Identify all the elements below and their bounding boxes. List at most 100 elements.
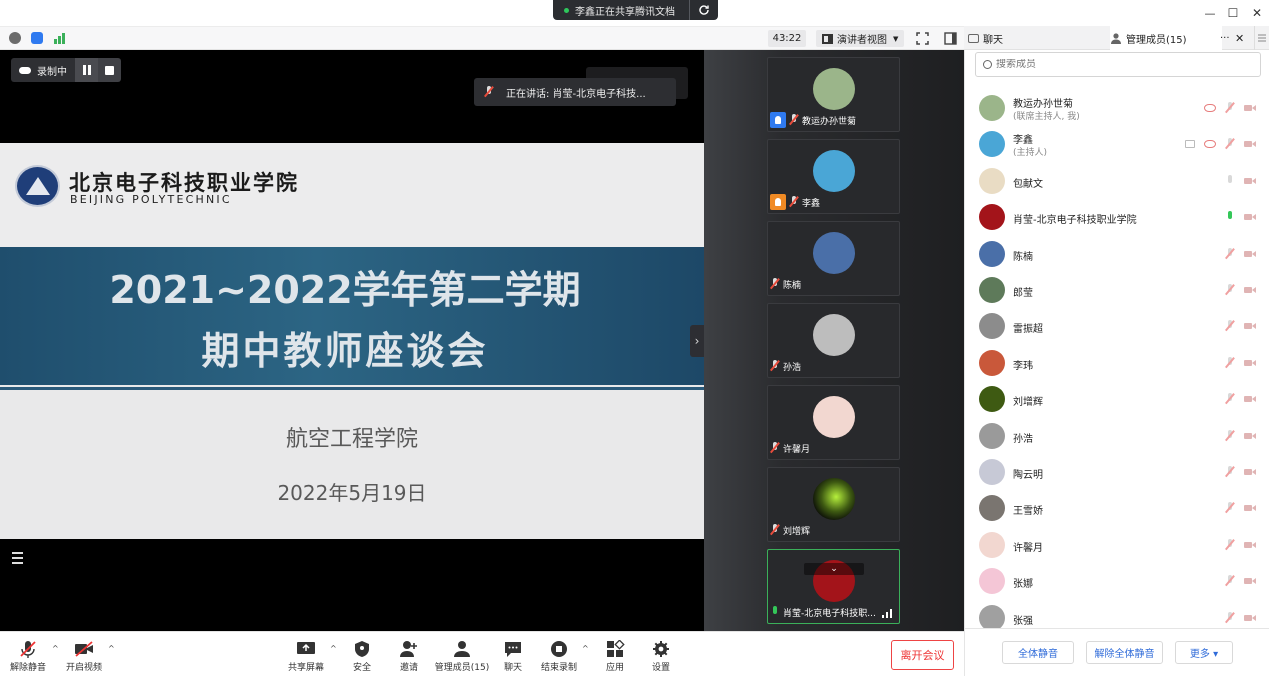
member-search-box[interactable]: [975, 52, 1261, 77]
video-tile[interactable]: 孙浩: [767, 303, 900, 378]
camera-off-icon[interactable]: [1244, 466, 1256, 478]
camera-off-icon[interactable]: [1244, 284, 1256, 296]
video-tile[interactable]: 许馨月: [767, 385, 900, 460]
member-row[interactable]: 陶云明: [965, 454, 1269, 490]
apps-button[interactable]: 应用: [592, 640, 638, 673]
share-notice-pill[interactable]: 李鑫正在共享腾讯文档: [553, 0, 718, 20]
signal-icon[interactable]: [54, 32, 66, 44]
video-tile[interactable]: 李鑫: [767, 139, 900, 214]
leave-meeting-button[interactable]: 离开会议: [891, 640, 954, 670]
camera-off-icon[interactable]: [1244, 612, 1256, 624]
camera-off-icon[interactable]: [1244, 211, 1256, 223]
member-row[interactable]: 李玮: [965, 345, 1269, 381]
start-video-button[interactable]: 开启视频: [61, 640, 107, 673]
layout-toggle-icon[interactable]: [944, 32, 957, 45]
more-options-button[interactable]: ···: [1220, 26, 1230, 50]
mic-muted-icon[interactable]: [1224, 429, 1236, 442]
member-row[interactable]: 教运办孙世菊 (联席主持人, 我): [965, 90, 1269, 126]
more-button[interactable]: 更多 ▾: [1175, 641, 1233, 664]
mic-muted-icon[interactable]: [1224, 174, 1236, 187]
mic-muted-icon[interactable]: [1224, 102, 1236, 114]
mic-muted-icon[interactable]: [1224, 320, 1236, 332]
close-window-button[interactable]: ✕: [1246, 4, 1268, 22]
avatar: [813, 478, 855, 520]
tab-chat[interactable]: 聊天: [968, 26, 1003, 50]
visibility-icon[interactable]: [1204, 140, 1216, 149]
member-search-input[interactable]: [996, 59, 1236, 70]
camera-off-icon[interactable]: [1244, 502, 1256, 514]
view-mode-dropdown[interactable]: 演讲者视图 ▼: [816, 30, 904, 47]
mic-muted-icon[interactable]: [1224, 466, 1236, 478]
video-tile[interactable]: 刘增辉: [767, 467, 900, 542]
share-screen-icon: [297, 642, 315, 654]
security-button[interactable]: 安全: [339, 640, 385, 673]
switch-view-button[interactable]: [689, 0, 718, 20]
mic-muted-icon[interactable]: [1224, 138, 1236, 150]
pause-recording-button[interactable]: [75, 58, 98, 82]
info-icon[interactable]: [9, 32, 21, 44]
member-row[interactable]: 郎莹: [965, 272, 1269, 308]
end-recording-button[interactable]: 结束录制: [536, 640, 582, 673]
member-row[interactable]: 包献文: [965, 163, 1269, 199]
chat-button[interactable]: 聊天: [490, 640, 536, 673]
mic-muted-icon[interactable]: [1224, 502, 1236, 514]
security-shield-icon[interactable]: [31, 32, 43, 44]
unmute-all-button[interactable]: 解除全体静音: [1086, 641, 1163, 664]
unmute-button[interactable]: 解除静音: [5, 640, 51, 673]
video-tile[interactable]: 陈楠: [767, 221, 900, 296]
camera-off-icon[interactable]: [1244, 138, 1256, 150]
share-screen-button[interactable]: 共享屏幕: [283, 640, 329, 673]
mic-muted-icon[interactable]: [1224, 284, 1236, 296]
mic-muted-icon[interactable]: [1224, 247, 1236, 260]
member-row[interactable]: 王雪娇: [965, 490, 1269, 526]
camera-off-icon[interactable]: [1244, 102, 1256, 114]
avatar: [979, 386, 1005, 413]
camera-off-icon[interactable]: [1244, 575, 1256, 587]
mic-muted-icon: [770, 278, 780, 290]
member-name: 肖莹-北京电子科技职业学院: [1013, 215, 1137, 227]
video-tile-active-speaker[interactable]: ⌄ 肖莹-北京电子科技职...: [767, 549, 900, 624]
chevron-up-icon[interactable]: ^: [330, 644, 337, 653]
collapse-strip-button[interactable]: ›: [690, 325, 704, 357]
mic-muted-icon[interactable]: [1224, 538, 1236, 551]
manage-members-button[interactable]: 管理成员(15): [434, 640, 490, 673]
list-icon[interactable]: [9, 552, 23, 566]
video-tile[interactable]: 教运办孙世菊: [767, 57, 900, 132]
stop-recording-button[interactable]: [98, 58, 121, 82]
mic-active-icon[interactable]: [1224, 211, 1236, 223]
maximize-button[interactable]: ☐: [1222, 4, 1244, 22]
visibility-icon[interactable]: [1204, 104, 1216, 112]
settings-button[interactable]: 设置: [638, 640, 684, 673]
settings-label: 设置: [651, 663, 670, 673]
mic-muted-icon[interactable]: [1224, 611, 1236, 624]
mute-all-button[interactable]: 全体静音: [1002, 641, 1074, 664]
member-row[interactable]: 张娜: [965, 563, 1269, 599]
camera-off-icon[interactable]: [1244, 430, 1256, 442]
camera-off-icon[interactable]: [1244, 320, 1256, 332]
member-row[interactable]: 陈楠: [965, 236, 1269, 272]
mic-muted-icon[interactable]: [1224, 575, 1236, 587]
tab-members[interactable]: 管理成员(15): [1110, 26, 1222, 50]
member-row[interactable]: 李鑫 (主持人): [965, 126, 1269, 162]
member-row[interactable]: 许馨月: [965, 527, 1269, 563]
mic-muted-icon[interactable]: [1224, 393, 1236, 405]
member-row[interactable]: 雷振超: [965, 308, 1269, 344]
camera-off-icon[interactable]: [1244, 175, 1256, 187]
camera-off-icon[interactable]: [1244, 357, 1256, 369]
chevron-up-icon[interactable]: ^: [582, 644, 589, 653]
chevron-down-icon[interactable]: ⌄: [804, 563, 864, 575]
chevron-up-icon[interactable]: ^: [52, 644, 59, 653]
camera-off-icon[interactable]: [1244, 539, 1256, 551]
member-row[interactable]: 刘增辉: [965, 381, 1269, 417]
mic-muted-icon[interactable]: [1224, 356, 1236, 369]
close-panel-button[interactable]: ✕: [1235, 26, 1244, 50]
chevron-up-icon[interactable]: ^: [108, 644, 115, 653]
invite-button[interactable]: 邀请: [386, 640, 432, 673]
member-row[interactable]: 肖莹-北京电子科技职业学院: [965, 199, 1269, 235]
camera-off-icon[interactable]: [1244, 248, 1256, 260]
camera-off-icon[interactable]: [1244, 393, 1256, 405]
member-row[interactable]: 孙浩: [965, 418, 1269, 454]
minimize-button[interactable]: —: [1199, 4, 1221, 22]
panel-menu-button[interactable]: [1254, 26, 1269, 50]
fullscreen-icon[interactable]: [916, 32, 929, 45]
